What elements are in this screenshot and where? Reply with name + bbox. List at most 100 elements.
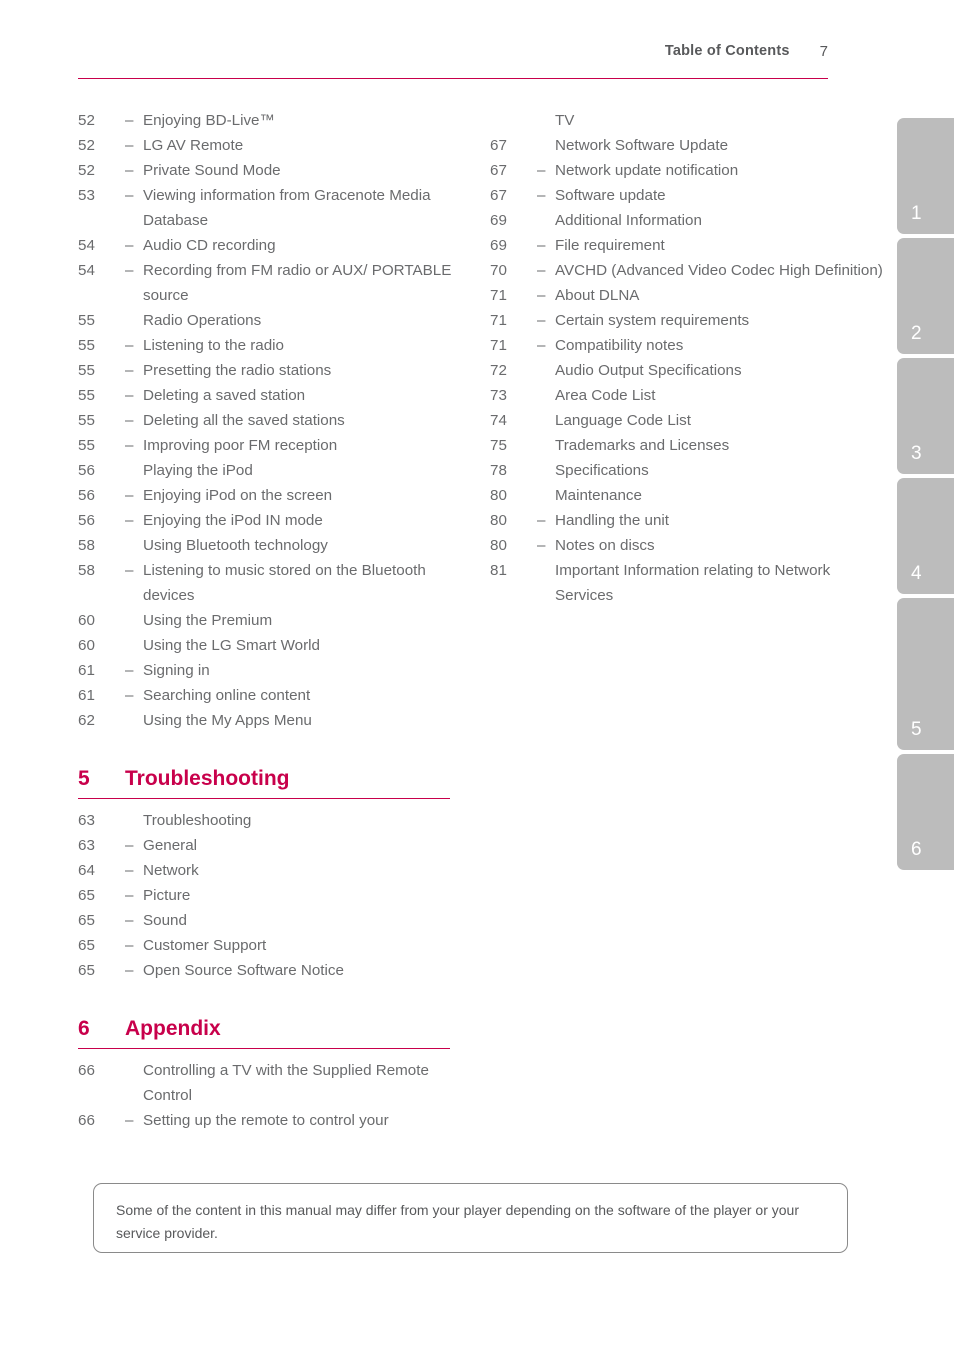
- toc-entry-label: Network: [143, 862, 199, 879]
- toc-entry-page-number: 52: [78, 162, 95, 179]
- toc-left-chapters: 5Troubleshooting63–Troubleshooting63–Gen…: [78, 767, 478, 1133]
- toc-entry[interactable]: 73–Area Code List: [490, 383, 890, 408]
- toc-entry[interactable]: 55–Radio Operations: [78, 308, 478, 333]
- toc-entry-dash: –: [125, 237, 134, 254]
- toc-entry-dash: –: [125, 837, 134, 854]
- toc-entry-dash: –: [125, 412, 134, 429]
- toc-entry-dash: –: [125, 337, 134, 354]
- toc-entry[interactable]: 55 – Presetting the radio stations: [78, 358, 478, 383]
- toc-entry[interactable]: 67 – Software update: [490, 183, 890, 208]
- toc-entry-dash: –: [125, 362, 134, 379]
- toc-entry[interactable]: 67–Network Software Update: [490, 133, 890, 158]
- toc-entry[interactable]: 53 – Viewing information from Gracenote Me…: [78, 183, 478, 233]
- toc-entry[interactable]: 70 – AVCHD (Advanced Video Codec High Defi…: [490, 258, 890, 283]
- toc-entry[interactable]: 65 – Sound: [78, 908, 478, 933]
- toc-entry-page-number: 67: [490, 137, 507, 154]
- toc-entry-label: Listening to the radio: [143, 337, 285, 354]
- toc-entry-label: Setting up the remote to control your: [143, 1112, 389, 1129]
- toc-entry[interactable]: 60–Using the LG Smart World: [78, 633, 478, 658]
- toc-entry-dash: –: [125, 437, 134, 454]
- toc-entry-page-number: 65: [78, 962, 95, 979]
- toc-entry[interactable]: 80 – Notes on discs: [490, 533, 890, 558]
- toc-entry[interactable]: 71 – Certain system requirements: [490, 308, 890, 333]
- toc-entry[interactable]: 61 – Searching online content: [78, 683, 478, 708]
- toc-entry-label: Enjoying BD-Live™: [143, 112, 275, 129]
- toc-entry-label: Searching online content: [143, 687, 311, 704]
- chapter-tab-2-label: 2: [911, 323, 922, 344]
- toc-entry-label: Recording from FM radio or AUX/ PORTABLE…: [143, 262, 452, 304]
- toc-entry[interactable]: 54 – Audio CD recording: [78, 233, 478, 258]
- toc-entry[interactable]: 55 – Deleting a saved station: [78, 383, 478, 408]
- toc-entry[interactable]: 69–Additional Information: [490, 208, 890, 233]
- toc-entry[interactable]: 62–Using the My Apps Menu: [78, 708, 478, 733]
- chapter-tab-1[interactable]: 1: [897, 118, 954, 234]
- toc-entry[interactable]: 81–Important Information relating to Net…: [490, 558, 890, 608]
- toc-entry[interactable]: 52 – Private Sound Mode: [78, 158, 478, 183]
- toc-entry[interactable]: 71 – About DLNA: [490, 283, 890, 308]
- chapter-heading-title: Troubleshooting: [125, 767, 290, 790]
- toc-entry-page-number: 65: [78, 937, 95, 954]
- toc-entry-dash: –: [125, 137, 134, 154]
- toc-entry[interactable]: 56–Playing the iPod: [78, 458, 478, 483]
- toc-entry[interactable]: 72–Audio Output Specifications: [490, 358, 890, 383]
- toc-entry-label: Playing the iPod: [143, 462, 253, 479]
- toc-entry[interactable]: 78–Specifications: [490, 458, 890, 483]
- toc-entry[interactable]: 56 – Enjoying iPod on the screen: [78, 483, 478, 508]
- toc-entry[interactable]: 55 – Improving poor FM reception: [78, 433, 478, 458]
- chapter-tab-5[interactable]: 5: [897, 598, 954, 750]
- chapter-tab-3[interactable]: 3: [897, 358, 954, 474]
- toc-entry-page-number: 71: [490, 312, 507, 329]
- toc-entry[interactable]: 56 – Enjoying the iPod IN mode: [78, 508, 478, 533]
- toc-entry[interactable]: 66 – Setting up the remote to control your: [78, 1108, 478, 1133]
- toc-entry-page-number: 81: [490, 562, 507, 579]
- toc-entry-label: Specifications: [555, 462, 649, 479]
- toc-entry-label: Picture: [143, 887, 191, 904]
- toc-entry-page-number: 71: [490, 287, 507, 304]
- toc-entry[interactable]: 64 – Network: [78, 858, 478, 883]
- toc-left-entries: 52– Enjoying BD-Live™ 52– LG AV Remote 52– Pr…: [78, 108, 478, 733]
- toc-entry[interactable]: 74–Language Code List: [490, 408, 890, 433]
- toc-entry[interactable]: 65 – Picture: [78, 883, 478, 908]
- toc-entry-dash: –: [537, 337, 546, 354]
- toc-entry-label: Certain system requirements: [555, 312, 750, 329]
- toc-entry-page-number: 54: [78, 237, 95, 254]
- toc-entry-page-number: 55: [78, 412, 95, 429]
- chapter-tab-2[interactable]: 2: [897, 238, 954, 354]
- toc-entry[interactable]: 54 – Recording from FM radio or AUX/ PORTA…: [78, 258, 478, 308]
- toc-entry-label: Using the My Apps Menu: [143, 712, 312, 729]
- toc-entry-label: LG AV Remote: [143, 137, 244, 154]
- toc-entry-label: Software update: [555, 187, 666, 204]
- toc-entry-label: Enjoying the iPod IN mode: [143, 512, 323, 529]
- toc-entry[interactable]: –TV: [490, 108, 890, 133]
- toc-entry[interactable]: 67 – Network update notification: [490, 158, 890, 183]
- toc-entry[interactable]: 66–Controlling a TV with the Supplied Re…: [78, 1058, 478, 1108]
- toc-entry[interactable]: 55 – Listening to the radio: [78, 333, 478, 358]
- toc-entry-label: Audio CD recording: [143, 237, 276, 254]
- toc-entry-page-number: 56: [78, 487, 95, 504]
- toc-entry[interactable]: 52 – LG AV Remote: [78, 133, 478, 158]
- toc-entry[interactable]: 63–Troubleshooting: [78, 808, 478, 833]
- toc-entry[interactable]: 63 – General: [78, 833, 478, 858]
- toc-entry-page-number: 55: [78, 312, 95, 329]
- toc-entry[interactable]: 61 – Signing in: [78, 658, 478, 683]
- toc-entry-page-number: 80: [490, 487, 507, 504]
- toc-entry[interactable]: 65 – Customer Support: [78, 933, 478, 958]
- toc-entry[interactable]: 65 – Open Source Software Notice: [78, 958, 478, 983]
- toc-entry[interactable]: 80–Maintenance: [490, 483, 890, 508]
- toc-entry[interactable]: 75–Trademarks and Licenses: [490, 433, 890, 458]
- toc-entry-label: Open Source Software Notice: [143, 962, 344, 979]
- toc-entry[interactable]: 58 – Listening to music stored on the Blue…: [78, 558, 478, 608]
- toc-entry[interactable]: 80 – Handling the unit: [490, 508, 890, 533]
- toc-entry-label: Viewing information from Gracenote Media…: [143, 187, 431, 229]
- toc-entry[interactable]: 58–Using Bluetooth technology: [78, 533, 478, 558]
- toc-entry-dash: –: [537, 537, 546, 554]
- toc-entry-page-number: 63: [78, 837, 95, 854]
- toc-entry[interactable]: 60–Using the Premium: [78, 608, 478, 633]
- toc-entry[interactable]: 71 – Compatibility notes: [490, 333, 890, 358]
- toc-entry[interactable]: 69 – File requirement: [490, 233, 890, 258]
- chapter-tab-6[interactable]: 6: [897, 754, 954, 870]
- toc-entry[interactable]: 55 – Deleting all the saved stations: [78, 408, 478, 433]
- chapter-tab-4[interactable]: 4: [897, 478, 954, 594]
- toc-entry[interactable]: 52 – Enjoying BD-Live™: [78, 108, 478, 133]
- toc-entry-label: Maintenance: [555, 487, 642, 504]
